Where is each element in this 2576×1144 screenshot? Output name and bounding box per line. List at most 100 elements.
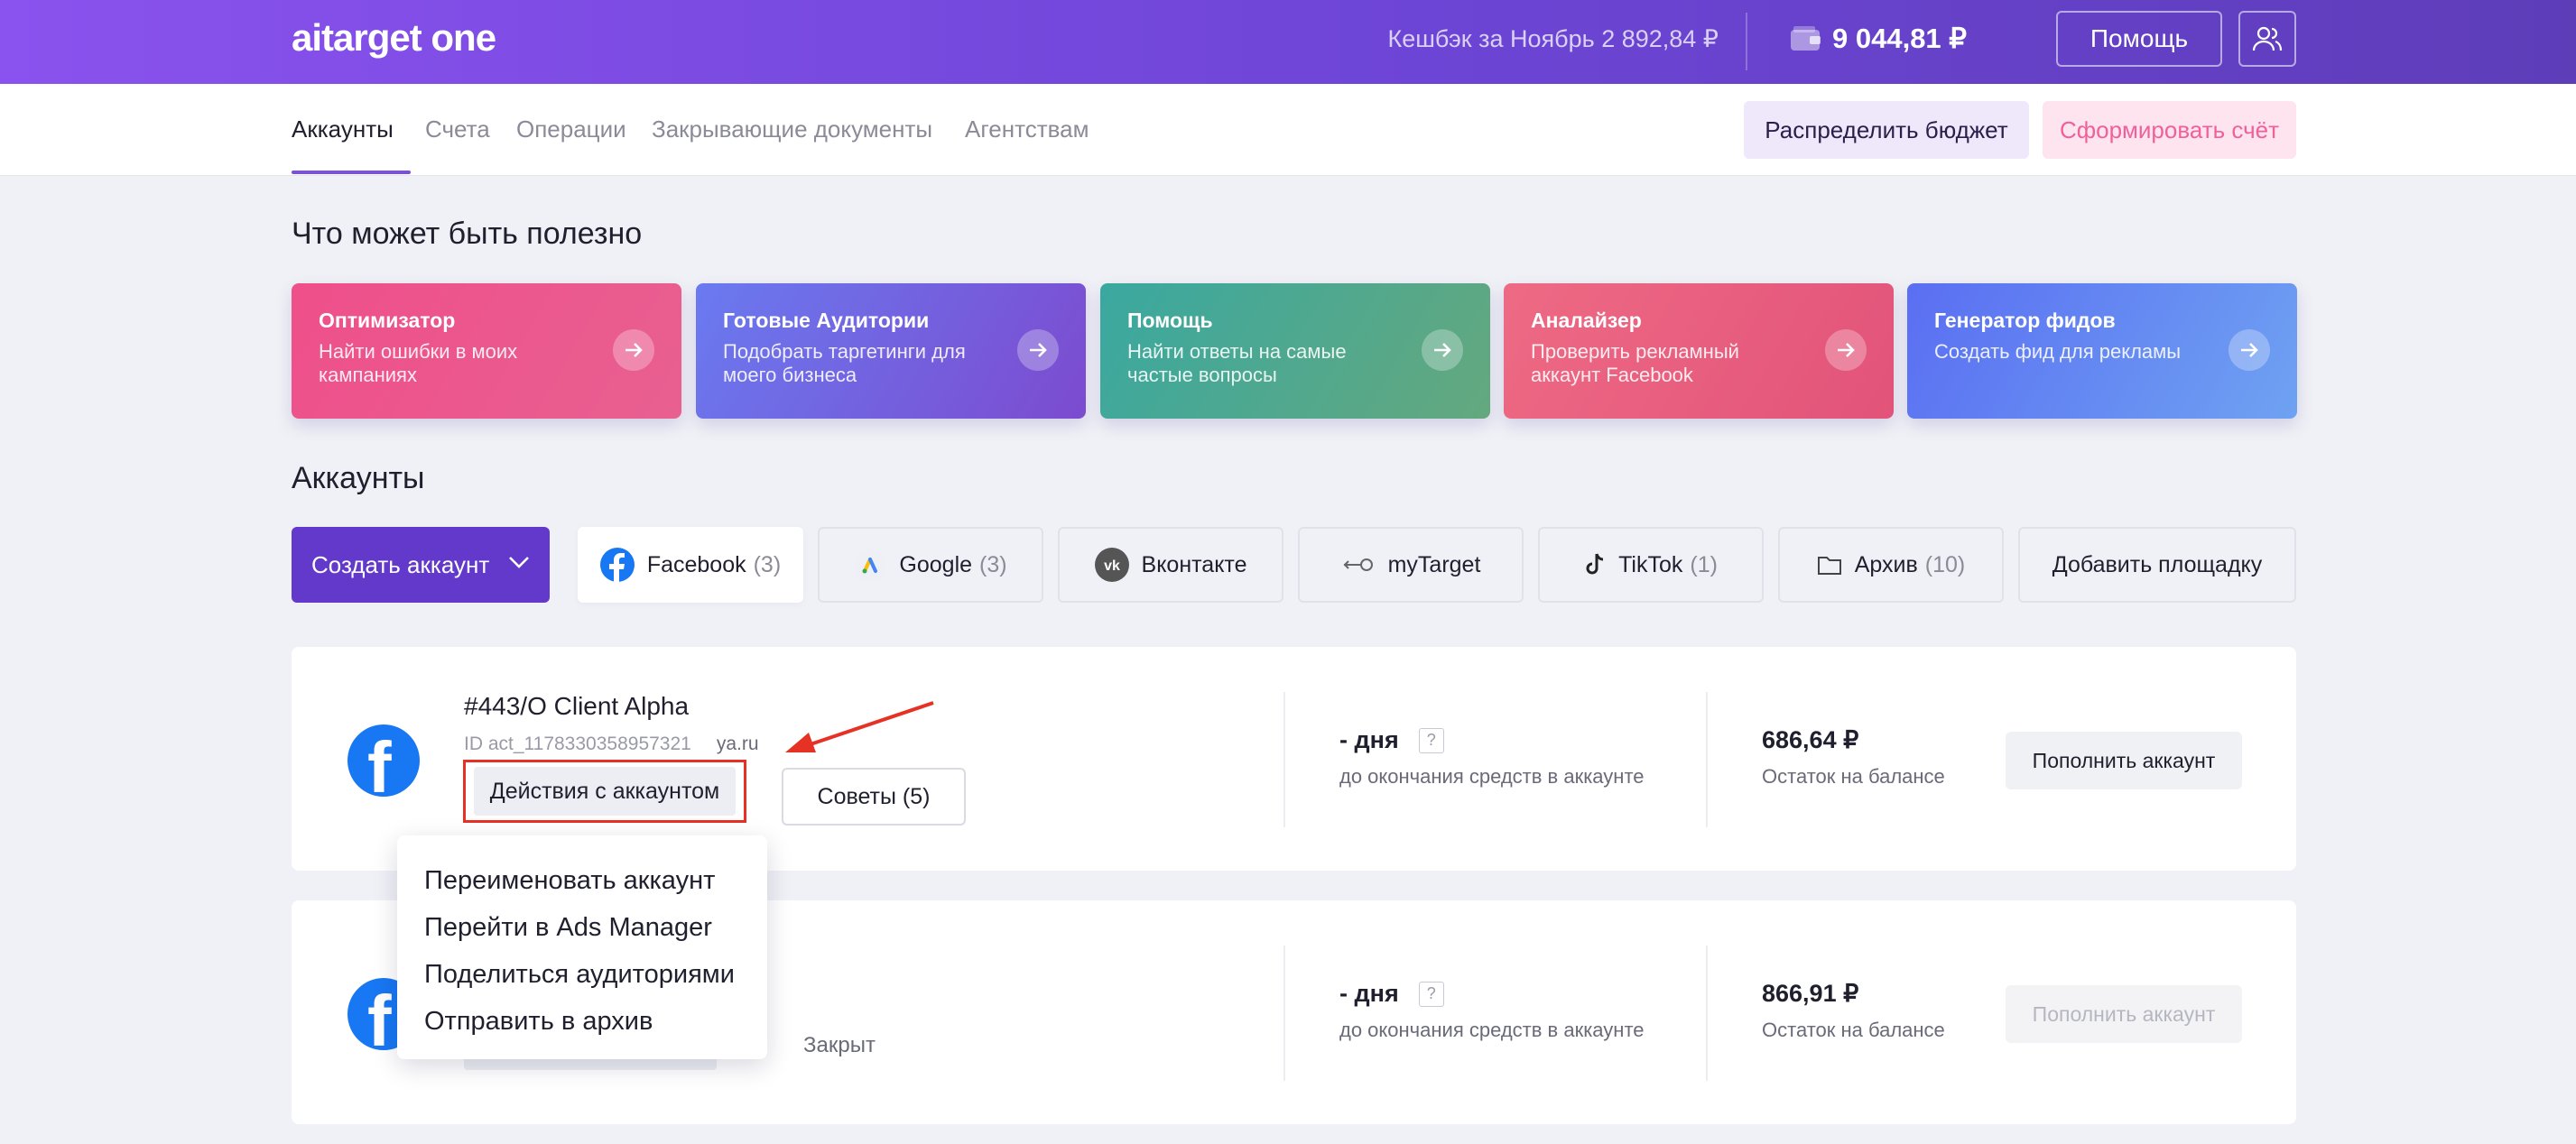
distribute-budget-button[interactable]: Распределить бюджет bbox=[1744, 101, 2029, 159]
days-label: до окончания средств в аккаунте bbox=[1339, 1019, 1645, 1041]
card-desc: Создать фид для рекламы bbox=[1934, 340, 2182, 363]
users-button[interactable] bbox=[2238, 11, 2296, 67]
folder-icon bbox=[1817, 554, 1842, 576]
days-label: до окончания средств в аккаунте bbox=[1339, 765, 1645, 788]
tiktok-icon bbox=[1584, 552, 1606, 577]
card-title: Аналайзер bbox=[1531, 309, 1642, 332]
add-platform-button[interactable]: Добавить площадку bbox=[2018, 527, 2296, 603]
menu-item-share-audiences[interactable]: Поделиться аудиториями bbox=[424, 951, 767, 998]
filter-vk[interactable]: vk Вконтакте bbox=[1058, 527, 1283, 603]
card-desc: Найти ошибки в моих кампаниях bbox=[319, 340, 518, 386]
divider bbox=[1283, 946, 1285, 1081]
card-desc: Подобрать таргетинги для моего бизнеса bbox=[723, 340, 966, 386]
divider bbox=[1746, 13, 1747, 70]
filter-count: (1) bbox=[1690, 551, 1718, 577]
arrow-right-icon bbox=[1422, 329, 1463, 371]
card-analyzer[interactable]: Аналайзер Проверить рекламный аккаунт Fa… bbox=[1504, 283, 1894, 419]
wallet-icon bbox=[1791, 26, 1821, 51]
tab-agencies[interactable]: Агентствам bbox=[965, 115, 1089, 143]
days-value: - дня bbox=[1339, 980, 1399, 1007]
help-icon[interactable]: ? bbox=[1418, 727, 1444, 753]
filter-label: TikTok bbox=[1618, 551, 1683, 577]
days-value: - дня bbox=[1339, 726, 1399, 753]
card-desc: Проверить рекламный аккаунт Facebook bbox=[1531, 340, 1739, 386]
account-actions-highlight: Действия с аккаунтом bbox=[463, 760, 746, 823]
card-title: Оптимизатор bbox=[319, 309, 456, 332]
tab-closing-documents[interactable]: Закрывающие документы bbox=[652, 115, 932, 143]
days-remaining: - дня? bbox=[1339, 980, 1444, 1008]
filter-label: Google bbox=[899, 551, 973, 577]
svg-text:vk: vk bbox=[1104, 558, 1120, 574]
create-account-label: Создать аккаунт bbox=[311, 550, 490, 578]
card-title: Готовые Аудитории bbox=[723, 309, 930, 332]
useful-section-title: Что может быть полезно bbox=[292, 217, 643, 251]
card-audiences[interactable]: Готовые Аудитории Подобрать таргетинги д… bbox=[696, 283, 1086, 419]
active-tab-indicator bbox=[292, 171, 411, 174]
top-up-button[interactable]: Пополнить аккаунт bbox=[2006, 732, 2242, 789]
filter-archive[interactable]: Архив (10) bbox=[1778, 527, 2004, 603]
help-button[interactable]: Помощь bbox=[2056, 11, 2222, 67]
balance-value: 686,64 ₽ bbox=[1762, 726, 1859, 753]
create-account-button[interactable]: Создать аккаунт bbox=[292, 527, 550, 603]
card-desc: Найти ответы на самые частые вопросы bbox=[1127, 340, 1347, 386]
accounts-section-title: Аккаунты bbox=[292, 461, 425, 495]
arrow-right-icon bbox=[2229, 329, 2270, 371]
card-feed-generator[interactable]: Генератор фидов Создать фид для рекламы bbox=[1907, 283, 2297, 419]
logo[interactable]: aitarget one bbox=[292, 16, 496, 60]
menu-item-rename[interactable]: Переименовать аккаунт bbox=[424, 857, 767, 904]
account-id-text: ID act_1178330358957321 bbox=[464, 733, 691, 754]
filter-facebook[interactable]: Facebook (3) bbox=[578, 527, 803, 603]
create-invoice-button[interactable]: Сформировать счёт bbox=[2043, 101, 2296, 159]
account-domain[interactable]: ya.ru bbox=[717, 733, 759, 754]
account-name: #443/O Client Alpha bbox=[464, 692, 690, 720]
balance-value: 866,91 ₽ bbox=[1762, 980, 1859, 1007]
status-closed: Закрыт bbox=[803, 1033, 876, 1057]
filter-count: (3) bbox=[753, 551, 782, 577]
filter-google[interactable]: Google (3) bbox=[818, 527, 1043, 603]
arrow-right-icon bbox=[613, 329, 654, 371]
card-title: Помощь bbox=[1127, 309, 1213, 332]
help-icon[interactable]: ? bbox=[1418, 981, 1444, 1007]
chevron-down-icon bbox=[509, 557, 529, 568]
card-help[interactable]: Помощь Найти ответы на самые частые вопр… bbox=[1100, 283, 1490, 419]
filter-tiktok[interactable]: TikTok (1) bbox=[1538, 527, 1764, 603]
top-up-button[interactable]: Пополнить аккаунт bbox=[2006, 985, 2242, 1043]
tips-button[interactable]: Советы (5) bbox=[782, 768, 966, 826]
tab-operations[interactable]: Операции bbox=[516, 115, 626, 143]
top-bar: aitarget one Кешбэк за Ноябрь 2 892,84 ₽… bbox=[0, 0, 2576, 84]
account-actions-menu: Переименовать аккаунт Перейти в Ads Mana… bbox=[397, 835, 767, 1059]
card-optimizer[interactable]: Оптимизатор Найти ошибки в моих кампания… bbox=[292, 283, 681, 419]
balance-label: Остаток на балансе bbox=[1762, 1019, 1945, 1041]
tab-invoices[interactable]: Счета bbox=[425, 115, 490, 143]
filter-label: myTarget bbox=[1387, 551, 1481, 577]
balance-label: Остаток на балансе bbox=[1762, 765, 1945, 788]
filter-label: Facebook bbox=[646, 551, 746, 577]
divider bbox=[1706, 946, 1708, 1081]
filter-count: (3) bbox=[979, 551, 1007, 577]
facebook-icon: f bbox=[347, 724, 420, 797]
arrow-right-icon bbox=[1825, 329, 1867, 371]
vk-icon: vk bbox=[1094, 548, 1129, 582]
filter-label: Добавить площадку bbox=[2052, 551, 2263, 577]
balance-amount: 9 044,81 ₽ bbox=[1832, 23, 1968, 54]
mytarget-icon bbox=[1341, 554, 1376, 576]
divider bbox=[1283, 692, 1285, 827]
users-icon bbox=[2252, 26, 2283, 51]
annotation-arrow-icon bbox=[785, 701, 934, 752]
filter-label: Вконтакте bbox=[1141, 551, 1247, 577]
arrow-right-icon bbox=[1017, 329, 1059, 371]
facebook-icon bbox=[599, 548, 635, 582]
card-title: Генератор фидов bbox=[1934, 309, 2116, 332]
google-ads-icon bbox=[854, 549, 887, 581]
account-id: ID act_1178330358957321 ya.ru bbox=[464, 733, 759, 755]
menu-item-archive[interactable]: Отправить в архив bbox=[424, 998, 767, 1045]
tab-accounts[interactable]: Аккаунты bbox=[292, 115, 394, 143]
divider bbox=[1706, 692, 1708, 827]
filter-count: (10) bbox=[1924, 551, 1966, 577]
main-nav: Аккаунты Счета Операции Закрывающие доку… bbox=[0, 84, 2576, 176]
cashback-text: Кешбэк за Ноябрь 2 892,84 ₽ bbox=[1387, 25, 1719, 52]
filter-label: Архив bbox=[1854, 551, 1918, 577]
account-actions-button[interactable]: Действия с аккаунтом bbox=[474, 767, 736, 816]
filter-mytarget[interactable]: myTarget bbox=[1298, 527, 1524, 603]
menu-item-ads-manager[interactable]: Перейти в Ads Manager bbox=[424, 904, 767, 951]
